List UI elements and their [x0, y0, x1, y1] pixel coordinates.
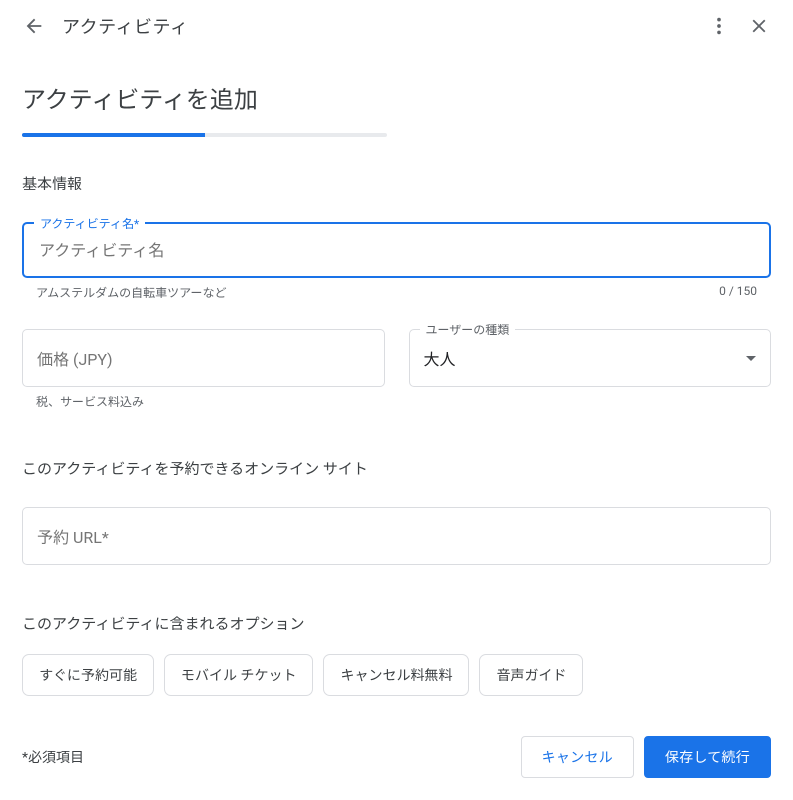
save-continue-button[interactable]: 保存して続行 — [644, 736, 771, 778]
progress-fill — [22, 133, 205, 137]
arrow-back-icon — [23, 15, 45, 37]
user-type-label: ユーザーの種類 — [420, 321, 516, 338]
close-icon — [748, 15, 770, 37]
topbar-title: アクティビティ — [62, 13, 699, 39]
progress-bar — [22, 133, 387, 137]
section-basic-info: 基本情報 — [22, 173, 771, 194]
booking-url-label: 予約 URL* — [37, 524, 756, 548]
activity-name-label: アクティビティ名* — [34, 215, 145, 232]
chip-audio-guide[interactable]: 音声ガイド — [479, 654, 583, 696]
user-type-value: 大人 — [424, 346, 739, 370]
activity-name-field[interactable]: アクティビティ名* — [22, 222, 771, 278]
cancel-button[interactable]: キャンセル — [521, 736, 634, 778]
more-vert-icon — [708, 15, 730, 37]
price-helper: 税、サービス料込み — [36, 393, 144, 410]
activity-name-input[interactable] — [37, 240, 756, 261]
required-note: *必須項目 — [22, 747, 521, 767]
chip-mobile-ticket[interactable]: モバイル チケット — [164, 654, 313, 696]
activity-name-helper: アムステルダムの自転車ツアーなど — [36, 284, 226, 301]
activity-name-counter: 0 / 150 — [719, 284, 757, 301]
section-booking-site: このアクティビティを予約できるオンライン サイト — [22, 458, 771, 479]
price-label: 価格 (JPY) — [37, 346, 370, 370]
user-type-select[interactable]: ユーザーの種類 大人 — [409, 329, 772, 387]
option-chips: すぐに予約可能 モバイル チケット キャンセル料無料 音声ガイド — [22, 654, 771, 696]
chip-free-cancel[interactable]: キャンセル料無料 — [323, 654, 469, 696]
page-title: アクティビティを追加 — [22, 80, 771, 115]
more-button[interactable] — [699, 6, 739, 46]
booking-url-field[interactable]: 予約 URL* — [22, 507, 771, 565]
section-options: このアクティビティに含まれるオプション — [22, 613, 771, 634]
close-button[interactable] — [739, 6, 779, 46]
price-field[interactable]: 価格 (JPY) — [22, 329, 385, 387]
chip-instant-booking[interactable]: すぐに予約可能 — [22, 654, 154, 696]
chevron-down-icon — [746, 356, 756, 361]
back-button[interactable] — [14, 6, 54, 46]
